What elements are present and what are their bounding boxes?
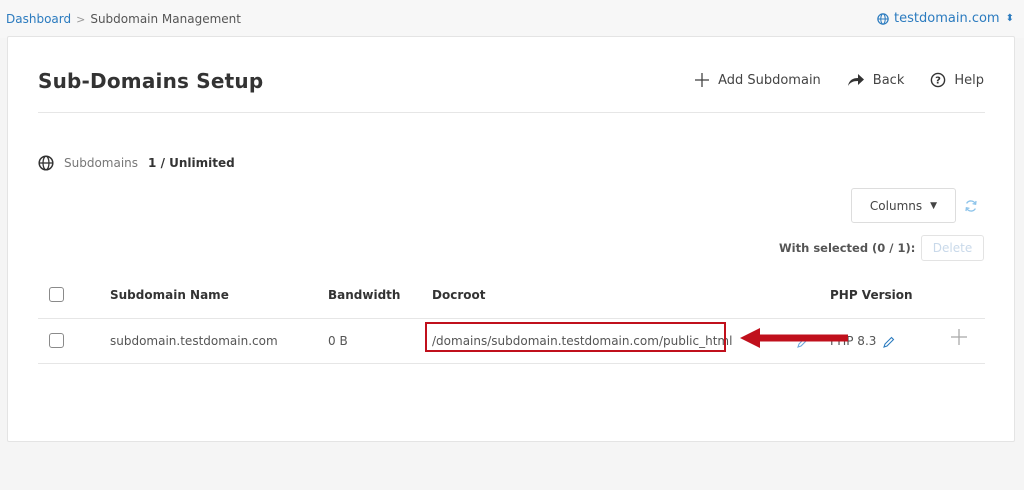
back-label: Back [872, 72, 905, 88]
edit-php-pencil-icon[interactable] [883, 336, 895, 348]
up-down-chevron-icon: ⬍ [1005, 13, 1014, 24]
content-card: Sub-Domains Setup Add Subdomain Back ? H… [7, 36, 1015, 442]
breadcrumb-current: Subdomain Management [90, 12, 241, 26]
add-subdomain-button[interactable]: Add Subdomain [694, 72, 821, 88]
bandwidth-cell: 0 B [328, 334, 348, 348]
help-button[interactable]: ? Help [930, 72, 984, 88]
refresh-icon[interactable] [964, 199, 978, 213]
usage-value: 1 / Unlimited [148, 156, 235, 170]
svg-text:?: ? [935, 76, 941, 87]
with-selected-label: With selected (0 / 1): [779, 241, 916, 255]
domain-selector-value: testdomain.com [894, 11, 1000, 26]
usage-label: Subdomains [64, 156, 139, 170]
delete-button[interactable]: Delete [921, 235, 984, 261]
back-button[interactable]: Back [847, 72, 905, 88]
select-all-checkbox[interactable] [49, 287, 64, 302]
plus-icon [695, 73, 710, 87]
globe-icon [38, 155, 54, 171]
header-divider [38, 318, 985, 319]
subdomain-usage: Subdomains 1 / Unlimited [38, 155, 235, 171]
columns-dropdown-button[interactable]: Columns ▼ [851, 188, 956, 223]
page-actions: Add Subdomain Back ? Help [668, 72, 984, 88]
docroot-highlight-box [425, 322, 726, 352]
add-subdomain-label: Add Subdomain [718, 72, 821, 88]
columns-label: Columns [869, 198, 923, 213]
page-title: Sub-Domains Setup [38, 69, 264, 93]
help-icon: ? [931, 72, 946, 88]
domain-selector[interactable]: testdomain.com ⬍ [877, 11, 1014, 26]
title-divider [38, 112, 985, 113]
share-arrow-icon [847, 74, 864, 86]
help-label: Help [954, 72, 984, 88]
subdomain-name-cell[interactable]: subdomain.testdomain.com [110, 334, 278, 348]
column-header-bandwidth[interactable]: Bandwidth [328, 288, 400, 302]
breadcrumb: Dashboard > Subdomain Management [6, 12, 241, 26]
row-expand-plus-icon[interactable] [949, 327, 969, 347]
red-arrow-annotation [740, 328, 848, 348]
column-header-php-version[interactable]: PHP Version [830, 288, 913, 302]
column-header-subdomain-name[interactable]: Subdomain Name [110, 288, 229, 302]
caret-down-icon: ▼ [930, 200, 938, 211]
globe-icon [877, 12, 889, 25]
breadcrumb-separator: > [76, 12, 86, 26]
column-header-docroot[interactable]: Docroot [432, 288, 485, 302]
row-checkbox[interactable] [49, 333, 64, 348]
top-bar: Dashboard > Subdomain Management testdom… [0, 0, 1024, 38]
row-divider [38, 363, 985, 364]
breadcrumb-dashboard-link[interactable]: Dashboard [6, 12, 71, 26]
